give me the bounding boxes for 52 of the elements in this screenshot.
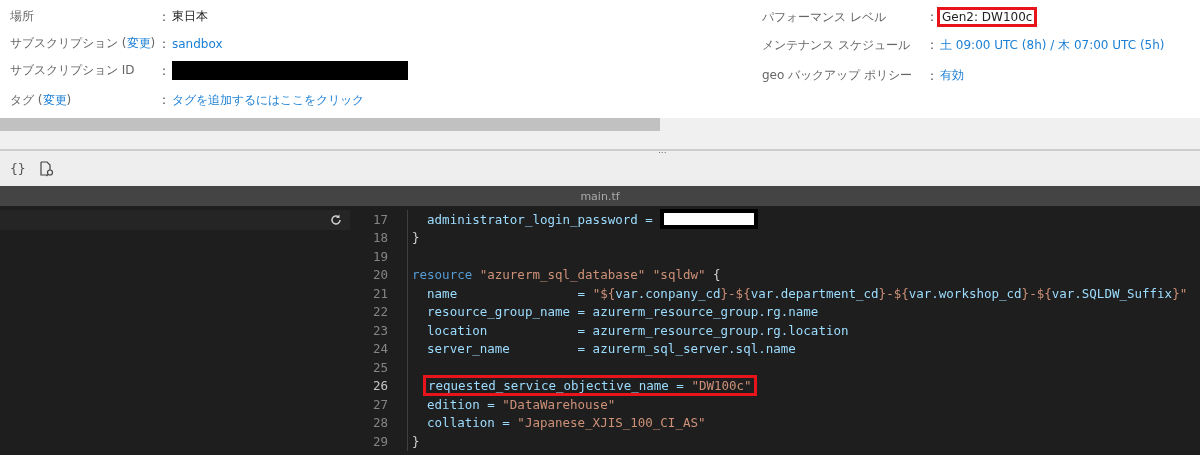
line-number: 17: [371, 211, 389, 227]
property-label: メンテナンス スケジュール: [762, 36, 911, 54]
code-line: location = azurerm_resource_group.rg.location: [426, 322, 849, 338]
line-number: 29: [371, 433, 389, 449]
braces-icon[interactable]: {}: [10, 161, 26, 176]
colon: :: [162, 63, 168, 78]
line-number: 24: [371, 341, 389, 357]
colon: :: [162, 93, 168, 108]
code-line: requested_service_objective_name = "DW100c": [428, 378, 752, 394]
property-label: 場所: [10, 8, 35, 25]
code-line: }: [412, 433, 420, 449]
line-number: 21: [371, 285, 389, 301]
property-value: Gen2: DW100c: [937, 7, 1038, 27]
code-line: server_name = azurerm_sql_server.sql.name: [426, 341, 796, 357]
horizontal-scrollbar[interactable]: [0, 118, 1200, 131]
colon: :: [930, 68, 936, 83]
line-number: 23: [371, 322, 389, 338]
property-link[interactable]: sandbox: [172, 36, 223, 51]
splitter-bar[interactable]: ...: [0, 131, 1200, 151]
colon: :: [162, 9, 168, 24]
colon: :: [930, 10, 936, 24]
code-line: collation = "Japanese_XJIS_100_CI_AS": [426, 415, 706, 431]
property-label: タグ (変更): [10, 91, 73, 109]
property-value: 東日本: [172, 8, 208, 25]
code-line: edition = "DataWarehouse": [426, 396, 616, 412]
property-link[interactable]: 土 09:00 UTC (8h) / 木 07:00 UTC (5h): [940, 36, 1165, 54]
property-label: サブスクリプション ID: [10, 62, 136, 80]
colon: :: [162, 36, 168, 51]
code-line: resource "azurerm_sql_database" "sqldw" {: [412, 267, 721, 283]
code-line: administrator_login_password =: [426, 211, 654, 227]
property-label: geo バックアップ ポリシー: [762, 67, 913, 84]
property-link[interactable]: タグを追加するにはここをクリック: [172, 91, 364, 109]
line-number: 22: [371, 304, 389, 320]
property-label: サブスクリプション (変更): [10, 35, 157, 53]
line-number: 28: [371, 415, 389, 431]
refresh-icon[interactable]: [330, 214, 342, 226]
code-line: resource_group_name = azurerm_resource_group.rg.name: [426, 304, 819, 320]
line-number: 19: [371, 248, 389, 264]
colon: :: [930, 38, 936, 52]
file-search-icon[interactable]: [39, 160, 54, 177]
line-number: 25: [371, 359, 389, 375]
code-line: name = "${var.conpany_cd}-${var.department_cd}-${var.workshop_cd}-${var.SQLDW_Suffix}": [426, 285, 1188, 301]
property-label: パフォーマンス レベル: [762, 8, 887, 26]
line-number: 20: [371, 267, 389, 283]
property-link[interactable]: 有効: [940, 67, 964, 84]
line-number: 27: [371, 396, 389, 412]
code-line: }: [412, 230, 420, 246]
line-number: 18: [371, 230, 389, 246]
change-link[interactable]: 変更: [42, 92, 67, 107]
line-number: 26: [371, 378, 389, 394]
file-tab-title: main.tf: [580, 189, 620, 203]
change-link[interactable]: 変更: [126, 36, 151, 51]
